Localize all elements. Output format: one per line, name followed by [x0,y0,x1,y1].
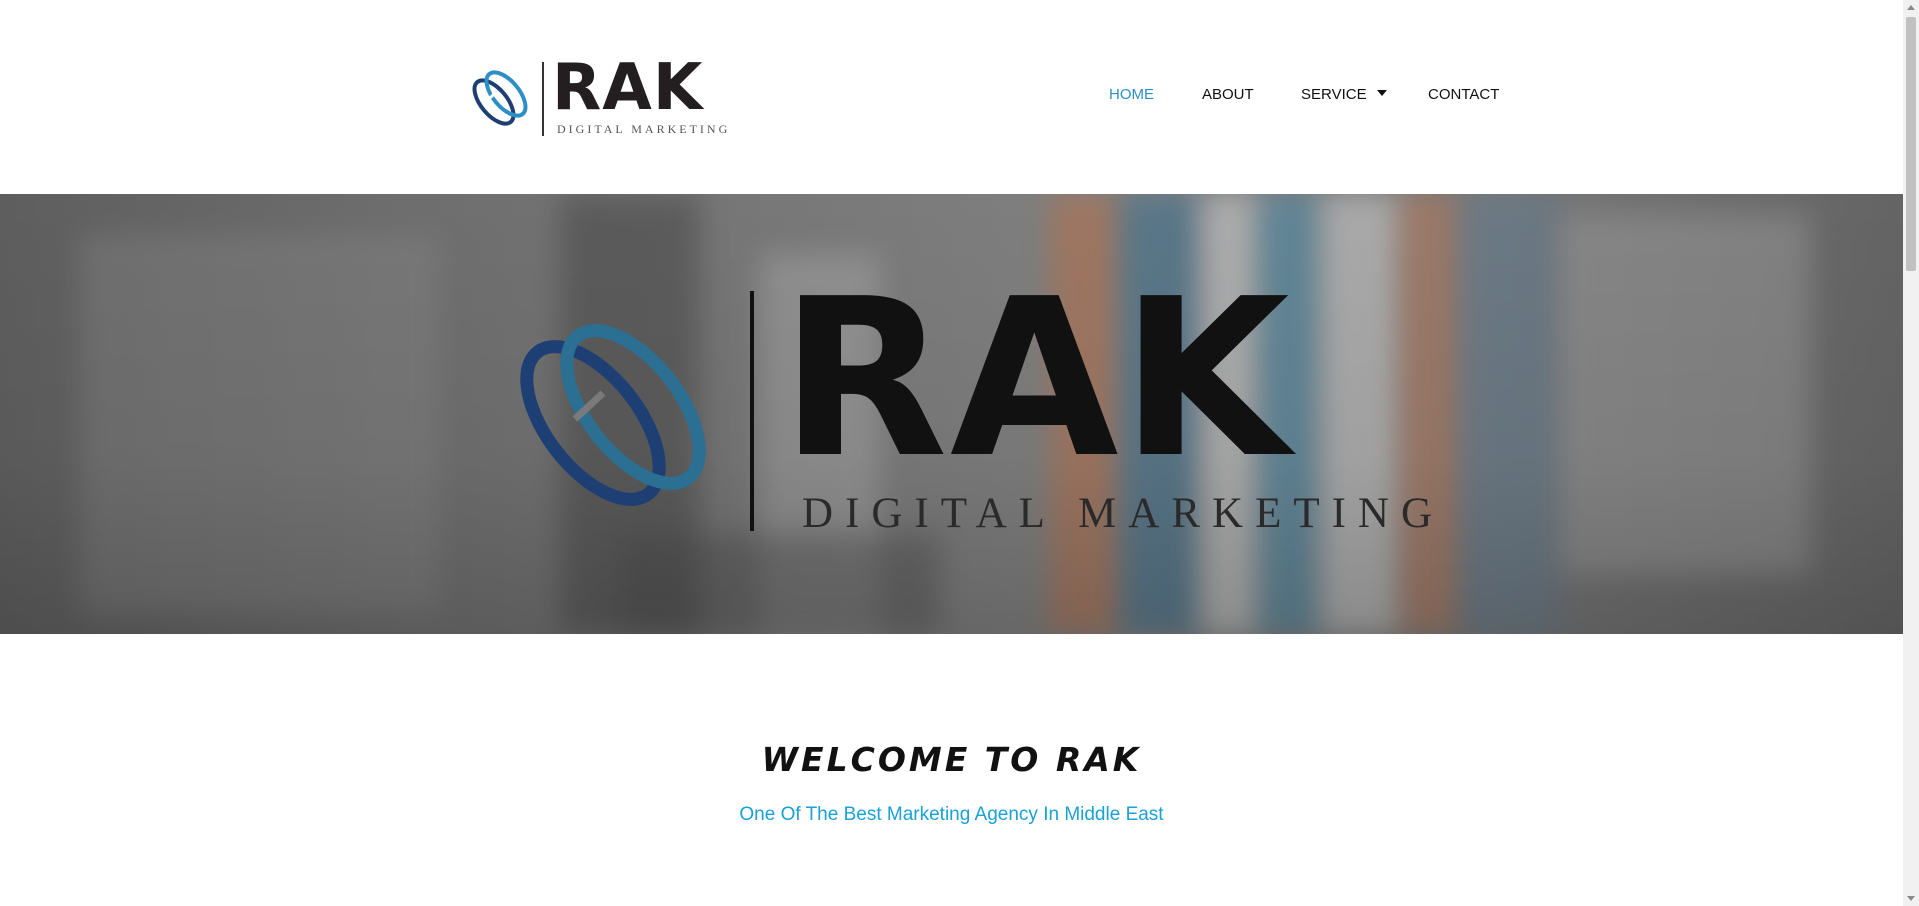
welcome-subtitle: One Of The Best Marketing Agency In Midd… [739,804,1164,825]
page-scrollbar[interactable] [1903,0,1919,906]
nav-service[interactable]: SERVICE [1301,84,1387,106]
nav-about[interactable]: ABOUT [1202,84,1254,106]
site-header: RAK DIGITAL MARKETING HOME ABOUT SERVICE… [0,0,1903,194]
arrow-up-icon[interactable] [1907,5,1915,10]
hero-logo-subtitle: DIGITAL MARKETING [802,490,1445,537]
hero-banner: RAK DIGITAL MARKETING [0,194,1903,634]
hero-logo-divider [750,291,754,531]
logo-subtitle: DIGITAL MARKETING [557,122,731,136]
hero-logo: RAK DIGITAL MARKETING [505,271,1432,541]
scrollbar-thumb[interactable] [1906,17,1916,271]
nav-home[interactable]: HOME [1109,84,1154,106]
welcome-title: WELCOME TO RAK [761,740,1142,779]
caret-down-icon [1376,90,1387,96]
hero-logo-word: RAK [780,253,1292,506]
nav-contact[interactable]: CONTACT [1428,84,1499,106]
main-nav: HOME ABOUT SERVICE CONTACT [0,84,1903,106]
interlocked-rings-icon [520,324,706,506]
nav-service-label: SERVICE [1301,86,1367,103]
arrow-down-icon[interactable] [1907,896,1915,901]
